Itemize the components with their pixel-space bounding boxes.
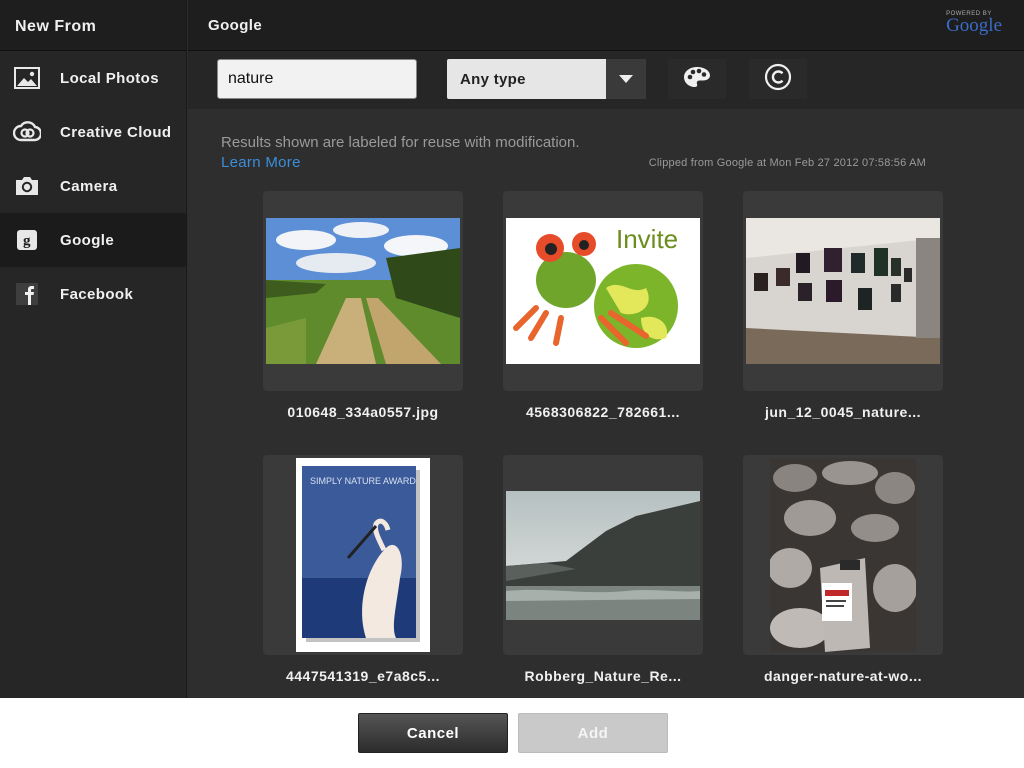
google-icon: g: [13, 226, 41, 254]
result-thumbnail[interactable]: [743, 455, 943, 655]
page-title: Google: [208, 17, 263, 34]
chevron-down-icon[interactable]: [606, 59, 646, 99]
sidebar-item-camera[interactable]: Camera: [0, 159, 186, 213]
powered-by-google-logo: POWERED BY Google: [946, 11, 1002, 36]
search-toolbar: Any type: [188, 51, 1024, 109]
usage-rights-button[interactable]: [749, 59, 807, 99]
result-thumbnail[interactable]: [503, 455, 703, 655]
gallery-hallway-image: [746, 218, 940, 364]
dialog-footer: Cancel Add: [0, 698, 1024, 768]
path-landscape-image: [266, 218, 460, 364]
result-caption: 4447541319_e7a8c5...: [285, 668, 441, 684]
copyright-icon: [764, 63, 792, 96]
sidebar-item-label: Local Photos: [60, 69, 159, 87]
result-caption: 010648_334a0557.jpg: [287, 404, 439, 420]
sidebar-item-google[interactable]: g Google: [0, 213, 186, 267]
facebook-icon: [13, 280, 41, 308]
cancel-button[interactable]: Cancel: [358, 713, 508, 753]
sidebar-item-label: Camera: [60, 177, 118, 195]
result-thumbnail[interactable]: [743, 191, 943, 391]
frog-invite-image: Invite: [506, 218, 700, 364]
rocks-sign-image: [770, 458, 916, 652]
result-card[interactable]: Robberg_Nature_Re...: [503, 455, 703, 684]
camera-icon: [13, 172, 41, 200]
type-select-value: Any type: [460, 71, 526, 88]
header-bar: Google POWERED BY Google: [188, 0, 1024, 51]
thumbnail-invite-text: Invite: [616, 224, 678, 254]
learn-more-link[interactable]: Learn More: [221, 154, 301, 171]
color-filter-button[interactable]: [668, 59, 726, 99]
result-caption: danger-nature-at-wo...: [763, 668, 922, 684]
result-caption: jun_12_0045_nature...: [764, 404, 922, 420]
new-from-dialog: New From Local Photos Creative Cloud Cam…: [0, 0, 1024, 768]
result-thumbnail[interactable]: [263, 191, 463, 391]
creative-cloud-icon: [13, 118, 41, 146]
palette-icon: [683, 66, 711, 93]
thumbnail-award-text: SIMPLY NATURE AWARD: [310, 476, 416, 486]
result-caption: Robberg_Nature_Re...: [524, 668, 682, 684]
result-card[interactable]: Invite 4568306822_782661...: [503, 191, 703, 420]
result-card[interactable]: jun_12_0045_nature...: [743, 191, 943, 420]
nature-award-image: SIMPLY NATURE AWARD: [296, 458, 430, 652]
sidebar-item-label: Google: [60, 231, 115, 249]
clipped-timestamp: Clipped from Google at Mon Feb 27 2012 0…: [648, 157, 926, 169]
sidebar: New From Local Photos Creative Cloud Cam…: [0, 0, 187, 698]
result-thumbnail[interactable]: SIMPLY NATURE AWARD: [263, 455, 463, 655]
sidebar-title: New From: [0, 0, 186, 51]
type-select[interactable]: Any type: [447, 59, 646, 99]
sidebar-item-local-photos[interactable]: Local Photos: [0, 51, 186, 105]
photo-icon: [13, 64, 41, 92]
sidebar-item-label: Creative Cloud: [60, 123, 172, 141]
search-input[interactable]: [217, 59, 417, 99]
result-card[interactable]: 010648_334a0557.jpg: [263, 191, 463, 420]
add-button[interactable]: Add: [518, 713, 668, 753]
sidebar-item-facebook[interactable]: Facebook: [0, 267, 186, 321]
result-thumbnail[interactable]: Invite: [503, 191, 703, 391]
coastal-cliff-image: [506, 491, 700, 620]
results-panel: Results shown are labeled for reuse with…: [188, 109, 1024, 698]
reuse-notice: Results shown are labeled for reuse with…: [221, 134, 580, 151]
google-logo-text: Google: [946, 15, 1002, 36]
result-card[interactable]: SIMPLY NATURE AWARD 4447541319_e7a8c5...: [263, 455, 463, 684]
sidebar-item-creative-cloud[interactable]: Creative Cloud: [0, 105, 186, 159]
sidebar-item-label: Facebook: [60, 285, 134, 303]
result-card[interactable]: danger-nature-at-wo...: [743, 455, 943, 684]
svg-text:g: g: [23, 233, 31, 249]
result-caption: 4568306822_782661...: [525, 404, 681, 420]
